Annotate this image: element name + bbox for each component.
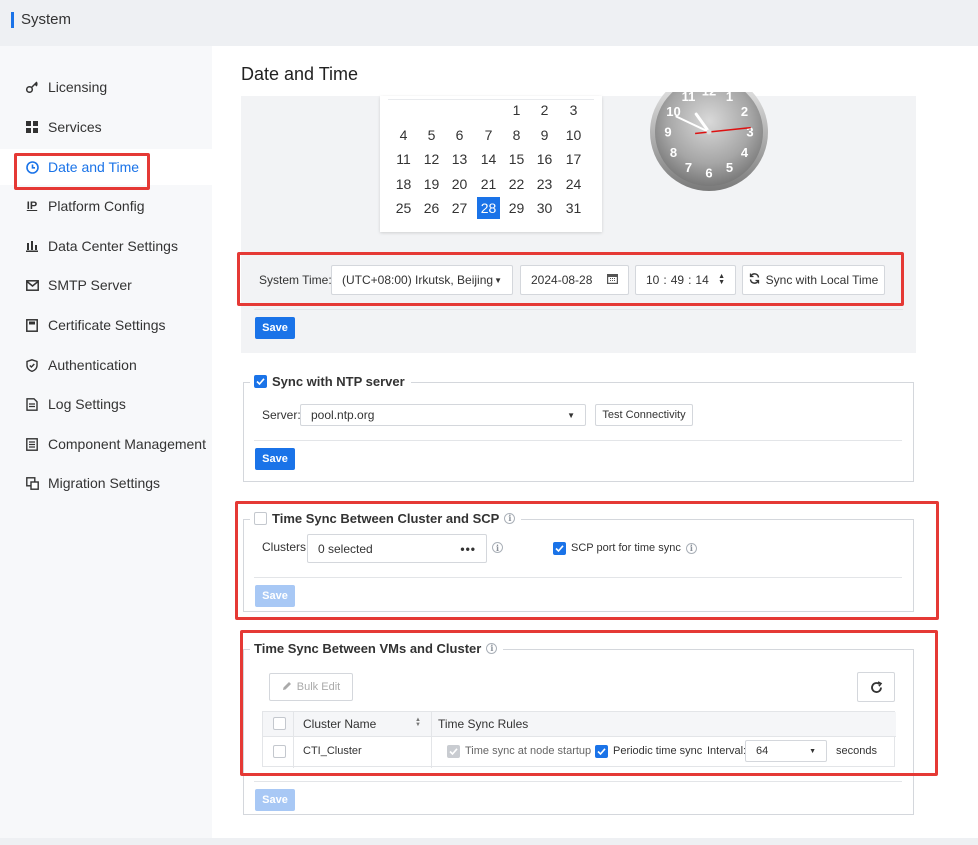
analog-clock: 121234567891011 <box>650 92 768 191</box>
calendar-day[interactable]: 17 <box>562 148 585 170</box>
calendar-day[interactable]: 23 <box>533 173 556 195</box>
clock-number: 8 <box>670 145 677 160</box>
sidebar-item-label: Authentication <box>48 357 137 373</box>
page-title: Date and Time <box>241 64 359 84</box>
ip-icon: IP <box>26 200 38 212</box>
save-ntp-button[interactable]: Save <box>255 448 295 470</box>
clock-number: 3 <box>746 125 753 140</box>
calendar-day-selected[interactable]: 28 <box>477 197 500 219</box>
sidebar-item-label: Certificate Settings <box>48 317 166 333</box>
calendar-day[interactable]: 12 <box>420 148 443 170</box>
save-system-time-button[interactable]: Save <box>255 317 295 339</box>
sidebar-item-label: Component Management <box>48 436 206 452</box>
calendar-day[interactable]: 29 <box>505 197 528 219</box>
calendar-day[interactable]: 7 <box>477 124 500 146</box>
bar-chart-icon <box>25 239 39 253</box>
sidebar-item-label: Licensing <box>48 79 108 95</box>
clock-number: 2 <box>741 104 748 119</box>
sidebar-item-platform-config[interactable]: IP Platform Config <box>0 188 212 224</box>
sidebar-item-label: Platform Config <box>48 198 145 214</box>
calendar-day[interactable]: 11 <box>392 148 415 170</box>
divider <box>254 781 902 782</box>
calendar-day[interactable]: 5 <box>420 124 443 146</box>
sidebar-item-log-settings[interactable]: Log Settings <box>0 386 212 422</box>
calendar-day[interactable]: 1 <box>505 99 528 121</box>
calendar-day[interactable]: 20 <box>448 173 471 195</box>
calendar-day[interactable]: 9 <box>533 124 556 146</box>
sidebar-item-smtp-server[interactable]: SMTP Server <box>0 267 212 303</box>
calendar-day[interactable]: 27 <box>448 197 471 219</box>
calendar-day[interactable]: 30 <box>533 197 556 219</box>
calendar-day[interactable]: 4 <box>392 124 415 146</box>
ntp-legend: Sync with NTP server <box>250 372 411 390</box>
sidebar-item-label: Log Settings <box>48 396 126 412</box>
calendar-day[interactable]: 13 <box>448 148 471 170</box>
clock-number: 6 <box>705 166 712 181</box>
calendar-day[interactable]: 22 <box>505 173 528 195</box>
clock-number: 5 <box>726 160 733 175</box>
chevron-down-icon: ▼ <box>567 410 575 420</box>
sidebar-item-label: Services <box>48 119 102 135</box>
top-bar: System <box>0 0 978 46</box>
mail-icon <box>25 278 39 292</box>
highlight-box-date-and-time <box>14 153 150 190</box>
clock-number: 11 <box>682 92 696 104</box>
calendar-day[interactable]: 14 <box>477 148 500 170</box>
clock-number: 12 <box>702 92 716 99</box>
test-connectivity-button[interactable]: Test Connectivity <box>595 404 693 426</box>
page-header-title: System <box>21 11 72 28</box>
sidebar-item-migration-settings[interactable]: Migration Settings <box>0 465 212 501</box>
sidebar-item-data-center-settings[interactable]: Data Center Settings <box>0 228 212 264</box>
clock-number: 9 <box>664 125 671 140</box>
calendar-day[interactable]: 6 <box>448 124 471 146</box>
grid-icon <box>25 120 39 134</box>
calendar-day[interactable]: 21 <box>477 173 500 195</box>
divider <box>254 309 903 310</box>
sidebar-item-component-management[interactable]: Component Management <box>0 426 212 462</box>
shield-icon <box>25 358 39 372</box>
calendar-day[interactable]: 2 <box>533 99 556 121</box>
save-vms-button[interactable]: Save <box>255 789 295 811</box>
sidebar-item-authentication[interactable]: Authentication <box>0 347 212 383</box>
list-icon <box>25 437 39 451</box>
calendar-day[interactable]: 18 <box>392 173 415 195</box>
clock-number: 1 <box>726 92 733 104</box>
highlight-box-scp <box>235 501 939 620</box>
divider <box>254 440 902 441</box>
calendar-day[interactable]: 19 <box>420 173 443 195</box>
sidebar-item-label: Data Center Settings <box>48 238 178 254</box>
key-icon <box>25 80 39 94</box>
calendar-day[interactable]: 10 <box>562 124 585 146</box>
calendar-day[interactable]: 26 <box>420 197 443 219</box>
ntp-server-select[interactable]: pool.ntp.org ▼ <box>300 404 586 426</box>
calendar-day[interactable]: 31 <box>562 197 585 219</box>
sidebar-item-label: Migration Settings <box>48 475 161 491</box>
calendar-day[interactable]: 8 <box>505 124 528 146</box>
migration-icon <box>25 476 39 490</box>
document-icon <box>25 397 39 411</box>
calendar-day[interactable]: 16 <box>533 148 556 170</box>
highlight-box-system-time <box>237 252 904 306</box>
ntp-checkbox[interactable] <box>254 374 267 388</box>
sidebar-item-certificate-settings[interactable]: Certificate Settings <box>0 307 212 343</box>
sidebar-item-licensing[interactable]: Licensing <box>0 69 212 105</box>
check-icon <box>256 377 265 385</box>
ntp-server-value: pool.ntp.org <box>311 408 375 422</box>
clock-number: 4 <box>741 145 749 160</box>
sidebar-item-label: SMTP Server <box>48 277 132 293</box>
certificate-icon <box>25 318 39 332</box>
ntp-fieldset <box>243 382 914 482</box>
calendar-day[interactable]: 24 <box>562 173 585 195</box>
calendar: 1 2 3 4 5 6 7 8 9 10 11 12 13 14 15 16 17 18 19 20 21 22 23 24 2… <box>380 96 602 232</box>
title-accent <box>11 12 14 28</box>
calendar-day[interactable]: 3 <box>562 99 585 121</box>
calendar-day[interactable]: 15 <box>505 148 528 170</box>
sidebar-item-services[interactable]: Services <box>0 109 212 145</box>
server-label: Server: <box>262 408 301 422</box>
highlight-box-vms <box>240 630 938 776</box>
ntp-legend-label: Sync with NTP server <box>272 373 405 389</box>
clock-number: 7 <box>685 160 692 175</box>
calendar-day[interactable]: 25 <box>392 197 415 219</box>
